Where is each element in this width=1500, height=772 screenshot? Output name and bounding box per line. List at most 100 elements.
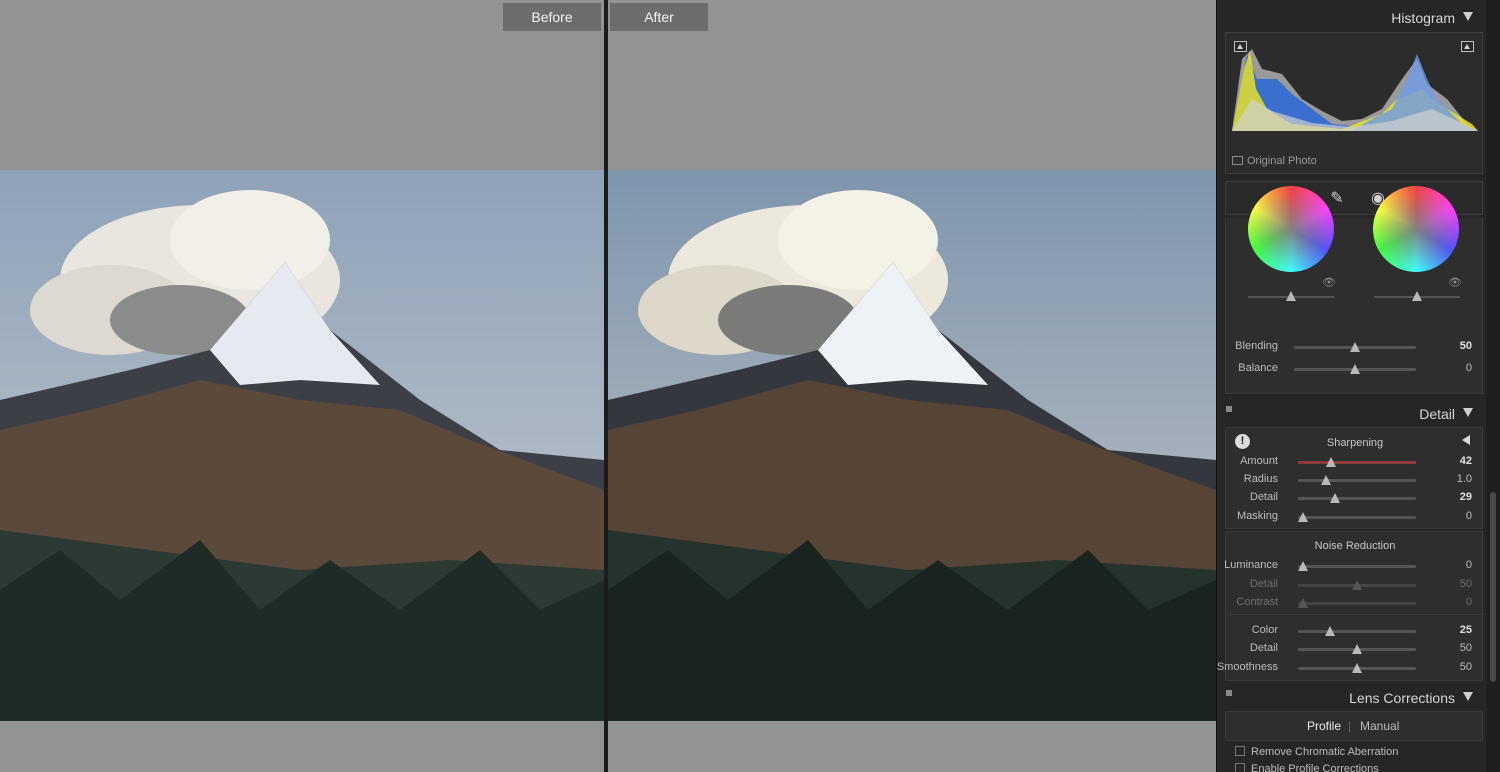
blending-value[interactable]: 50: [1460, 340, 1472, 352]
heal-icon[interactable]: ✎: [1327, 189, 1347, 209]
histogram-header[interactable]: Histogram: [1217, 4, 1487, 32]
collapse-triangle-icon[interactable]: [1463, 692, 1473, 701]
expand-triangle-icon[interactable]: [1462, 435, 1470, 445]
enable-profile-corrections-checkbox[interactable]: [1235, 763, 1245, 772]
noise-reduction-title: Noise Reduction: [1314, 540, 1396, 552]
panel-toggle-switch[interactable]: [1226, 406, 1232, 412]
collapse-triangle-icon[interactable]: [1463, 408, 1473, 417]
eye-icon[interactable]: 👁: [1322, 276, 1336, 289]
luminance-value[interactable]: 0: [1466, 559, 1472, 571]
contrast-slider: [1297, 598, 1416, 608]
balance-slider[interactable]: [1294, 364, 1416, 374]
shadow-clipping-toggle[interactable]: [1234, 41, 1247, 52]
slider-thumb[interactable]: [1350, 342, 1360, 352]
develop-right-panel[interactable]: Histogram Original Photo ⌗ ✎ ◉ ◌ 👁 👁: [1216, 0, 1500, 772]
amount-slider[interactable]: [1298, 457, 1416, 467]
slider-thumb[interactable]: [1352, 644, 1362, 654]
tab-profile[interactable]: Profile: [1307, 719, 1341, 733]
before-after-compare-view[interactable]: Before After: [0, 0, 1216, 772]
detail-value[interactable]: 29: [1460, 491, 1472, 503]
after-photo: [608, 170, 1216, 721]
luminance-row[interactable]: Luminance 0: [1224, 557, 1484, 575]
detail-slider[interactable]: [1298, 493, 1416, 503]
luminance-slider[interactable]: [1297, 561, 1416, 571]
luminance-detail-slider: [1298, 580, 1416, 590]
divider: [1226, 614, 1484, 615]
color-detail-slider[interactable]: [1298, 644, 1416, 654]
histogram-graph[interactable]: [1232, 39, 1478, 131]
masking-value[interactable]: 0: [1466, 510, 1472, 522]
color-slider[interactable]: [1298, 626, 1416, 636]
detail-header[interactable]: Detail: [1217, 400, 1487, 428]
slider-thumb[interactable]: [1297, 561, 1308, 571]
slider-thumb: [1297, 598, 1308, 608]
smoothness-slider[interactable]: [1298, 663, 1416, 673]
radius-slider[interactable]: [1298, 475, 1416, 485]
color-detail-value[interactable]: 50: [1460, 642, 1472, 654]
collapse-triangle-icon[interactable]: [1463, 12, 1473, 21]
histogram-panel[interactable]: Original Photo: [1225, 32, 1483, 174]
remove-chromatic-aberration-label: Remove Chromatic Aberration: [1251, 746, 1399, 758]
original-photo-toggle[interactable]: Original Photo: [1232, 155, 1317, 167]
slider-thumb[interactable]: [1352, 663, 1362, 673]
amount-label: Amount: [1240, 455, 1278, 467]
slider-thumb[interactable]: [1412, 291, 1422, 301]
remove-chromatic-aberration-checkbox[interactable]: [1235, 746, 1245, 756]
slider-thumb[interactable]: [1350, 364, 1360, 374]
tab-manual[interactable]: Manual: [1360, 719, 1399, 733]
luminance-detail-value: 50: [1459, 578, 1472, 590]
tab-separator: |: [1348, 719, 1352, 733]
slider-thumb[interactable]: [1321, 475, 1332, 485]
enable-profile-corrections-label: Enable Profile Corrections: [1251, 763, 1379, 772]
contrast-row: Contrast 0: [1226, 594, 1484, 612]
after-pane[interactable]: After: [608, 0, 1216, 772]
blending-row[interactable]: Blending 50: [1226, 338, 1484, 356]
detail-title: Detail: [1419, 406, 1455, 422]
lens-corrections-tabs: Profile | Manual: [1225, 711, 1483, 741]
slider-thumb[interactable]: [1329, 493, 1340, 503]
masking-slider[interactable]: [1297, 512, 1416, 522]
masking-row[interactable]: Masking 0: [1226, 508, 1484, 526]
balance-row[interactable]: Balance 0: [1226, 360, 1484, 378]
enable-profile-corrections-option[interactable]: Enable Profile Corrections: [1235, 763, 1379, 772]
slider-thumb[interactable]: [1326, 457, 1337, 467]
color-wheel-highlights[interactable]: [1373, 186, 1459, 272]
slider-thumb[interactable]: [1324, 626, 1335, 636]
amount-row[interactable]: Amount 42: [1226, 453, 1484, 471]
panel-toggle-switch[interactable]: [1226, 690, 1232, 696]
radius-value[interactable]: 1.0: [1457, 473, 1472, 485]
radius-label: Radius: [1243, 473, 1278, 485]
before-pane[interactable]: Before: [0, 0, 604, 772]
shadows-luminance-slider[interactable]: [1248, 291, 1334, 301]
lens-corrections-header[interactable]: Lens Corrections: [1217, 684, 1487, 712]
panel-scrollbar[interactable]: [1486, 0, 1500, 772]
color-grading-panel: 👁 👁 Blending 50 Balance 0: [1225, 186, 1484, 394]
smoothness-row[interactable]: Smoothness 50: [1217, 659, 1484, 677]
remove-chromatic-aberration-option[interactable]: Remove Chromatic Aberration: [1235, 746, 1398, 758]
sharpening-panel: ! Sharpening Amount 42 Radius 1.0 Detail…: [1225, 427, 1483, 529]
detail-label: Detail: [1249, 491, 1278, 503]
balance-value[interactable]: 0: [1466, 362, 1472, 374]
scrollbar-thumb[interactable]: [1490, 492, 1496, 682]
smoothness-value[interactable]: 50: [1460, 661, 1472, 673]
slider-thumb: [1352, 580, 1362, 590]
contrast-label: Contrast: [1236, 596, 1278, 608]
eye-icon[interactable]: 👁: [1448, 276, 1462, 289]
slider-thumb[interactable]: [1297, 512, 1308, 522]
radius-row[interactable]: Radius 1.0: [1226, 471, 1484, 489]
noise-reduction-panel: Noise Reduction Luminance 0 Detail 50 Co…: [1217, 531, 1484, 681]
original-photo-checkbox[interactable]: [1232, 156, 1243, 165]
amount-value[interactable]: 42: [1460, 455, 1472, 467]
balance-label: Balance: [1238, 362, 1278, 374]
detail-row[interactable]: Detail 29: [1226, 489, 1484, 507]
color-value[interactable]: 25: [1460, 624, 1472, 636]
color-detail-row[interactable]: Detail 50: [1226, 640, 1484, 658]
blending-label: Blending: [1235, 340, 1278, 352]
highlight-clipping-toggle[interactable]: [1461, 41, 1474, 52]
blending-slider[interactable]: [1294, 342, 1416, 352]
luminance-detail-label: Detail: [1249, 578, 1278, 590]
highlights-luminance-slider[interactable]: [1374, 291, 1460, 301]
color-row[interactable]: Color 25: [1226, 622, 1484, 640]
slider-thumb[interactable]: [1286, 291, 1296, 301]
color-wheel-shadows[interactable]: [1248, 186, 1334, 272]
